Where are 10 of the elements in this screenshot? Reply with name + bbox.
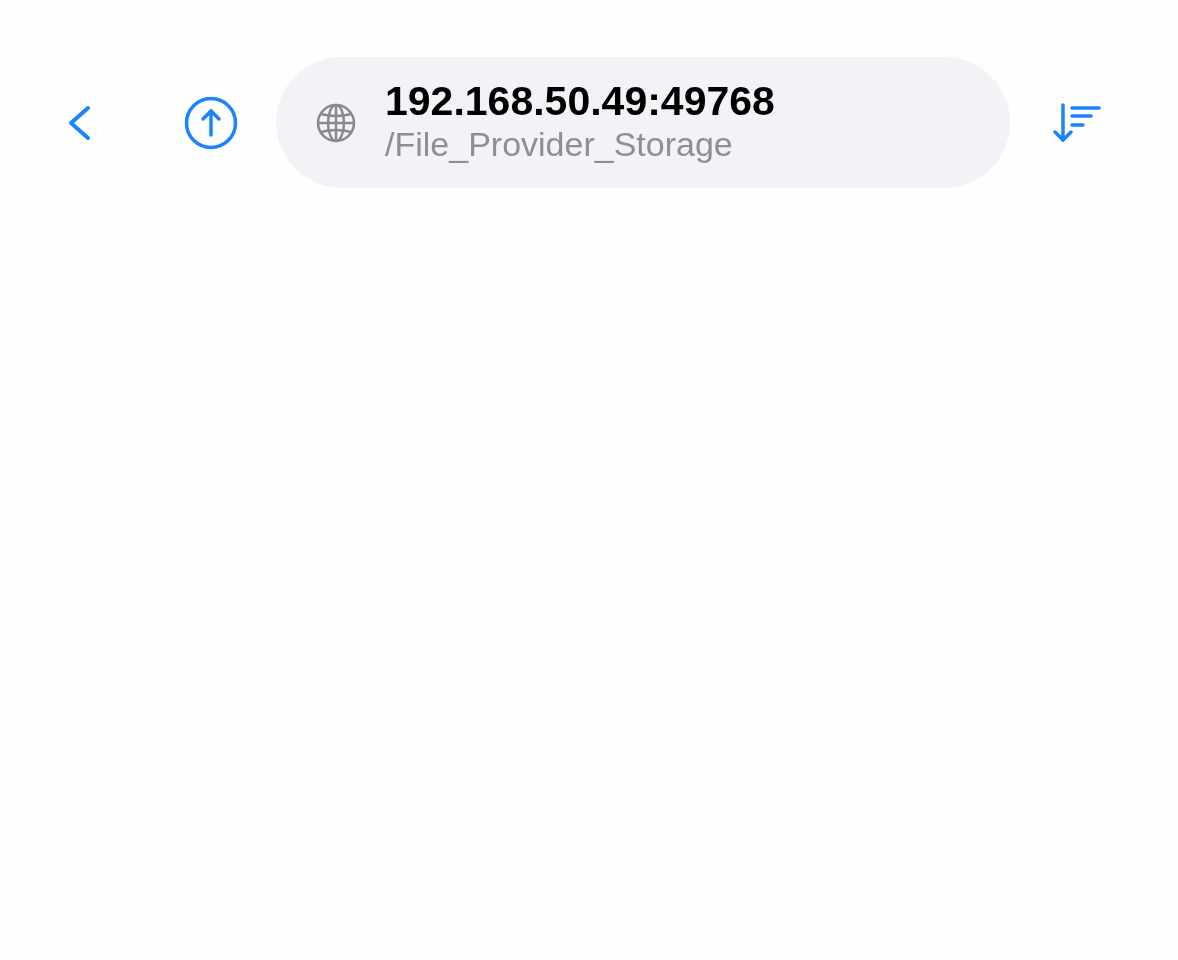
sort-button[interactable] (1053, 102, 1101, 143)
address-bar[interactable]: 192.168.50.49:49768 /File_Provider_Storage (276, 57, 1010, 188)
upload-button[interactable] (184, 95, 238, 150)
globe-icon (316, 102, 356, 143)
back-button[interactable] (66, 104, 92, 141)
arrow-up-circle-icon (184, 95, 238, 150)
host-address: 192.168.50.49:49768 (385, 77, 775, 124)
chevron-left-icon (66, 104, 92, 141)
sort-descending-icon (1053, 102, 1101, 143)
folder-path: /File_Provider_Storage (385, 123, 734, 164)
